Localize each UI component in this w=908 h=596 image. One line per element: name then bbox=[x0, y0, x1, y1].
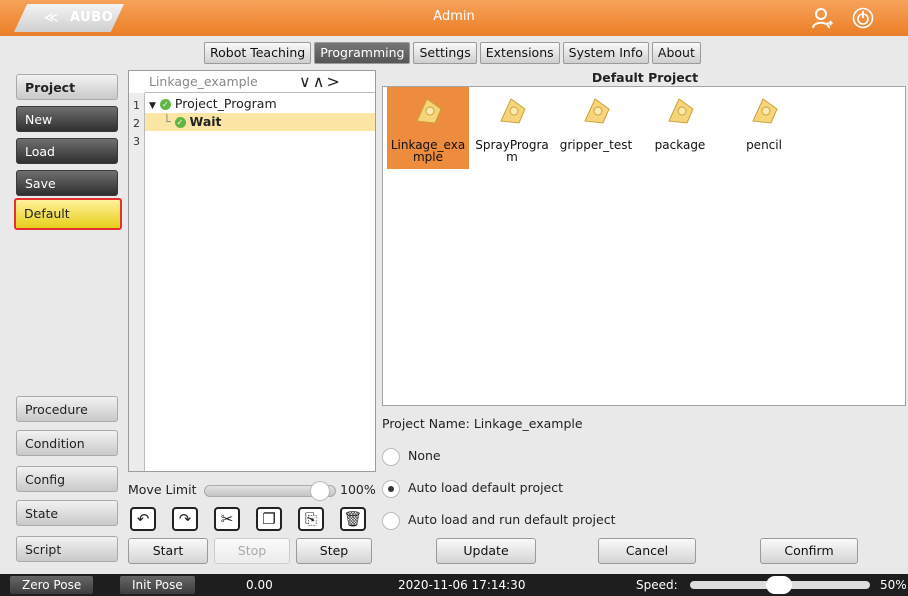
project-file-icon bbox=[584, 98, 610, 124]
speed-slider-handle[interactable] bbox=[766, 576, 792, 594]
tab-programming[interactable]: Programming bbox=[314, 42, 411, 64]
check-icon: ✓ bbox=[159, 99, 171, 110]
status-bar: Zero Pose Init Pose 0.00 2020-11-06 17:1… bbox=[0, 574, 908, 596]
default-project-title: Default Project bbox=[591, 70, 699, 85]
procedure-button[interactable]: Procedure bbox=[16, 396, 118, 422]
project-name: Project Name: Linkage_example bbox=[382, 416, 583, 431]
project-file-icon bbox=[416, 98, 442, 124]
project-button[interactable]: Project bbox=[16, 74, 118, 100]
line-number-gutter: 1 2 3 bbox=[129, 93, 145, 471]
line-number: 3 bbox=[133, 135, 140, 148]
init-pose-button[interactable]: Init Pose bbox=[120, 576, 195, 594]
default-button[interactable]: Default bbox=[14, 198, 122, 230]
tab-settings[interactable]: Settings bbox=[413, 42, 477, 64]
move-limit-percent: 100% bbox=[340, 482, 376, 497]
speed-label: Speed: bbox=[636, 578, 678, 592]
move-limit-label: Move Limit bbox=[128, 482, 197, 497]
chevron-right-icon[interactable]: > bbox=[326, 72, 341, 91]
line-number: 2 bbox=[133, 117, 140, 130]
radio-auto-load[interactable] bbox=[382, 479, 400, 498]
option-auto-run[interactable]: Auto load and run default project bbox=[382, 510, 615, 530]
tree-item-label: Wait bbox=[189, 114, 222, 129]
state-button[interactable]: State bbox=[16, 500, 118, 526]
project-file-icon bbox=[500, 98, 526, 124]
tree-connector-icon: └ bbox=[163, 114, 171, 129]
option-none-label: None bbox=[408, 448, 441, 463]
update-button[interactable]: Update bbox=[436, 538, 536, 564]
radio-auto-run[interactable] bbox=[382, 511, 400, 530]
project-item-label: pencil bbox=[746, 138, 782, 152]
project-item[interactable]: SprayProgram bbox=[471, 87, 553, 169]
config-button[interactable]: Config bbox=[16, 466, 118, 492]
datetime: 2020-11-06 17:14:30 bbox=[398, 578, 526, 592]
project-item[interactable]: gripper_test bbox=[555, 87, 637, 169]
project-name-value: Linkage_example bbox=[473, 416, 583, 431]
redo-icon[interactable]: ↷ bbox=[172, 507, 198, 531]
user-switch-icon[interactable] bbox=[810, 6, 834, 30]
tree-header-title: Linkage_example bbox=[149, 74, 258, 89]
tree-item-project-program[interactable]: ▼ ✓ Project_Program bbox=[145, 95, 375, 113]
script-button[interactable]: Script bbox=[16, 536, 118, 562]
status-value: 0.00 bbox=[246, 578, 273, 592]
tab-about[interactable]: About bbox=[651, 42, 701, 64]
tab-robot-teaching[interactable]: Robot Teaching bbox=[204, 42, 312, 64]
confirm-button[interactable]: Confirm bbox=[760, 538, 858, 564]
project-list: Linkage_example SprayProgram gripper_tes… bbox=[382, 86, 906, 406]
tree-header: Linkage_example ∨∧> bbox=[145, 71, 375, 93]
paste-icon[interactable]: ⎘ bbox=[298, 507, 324, 531]
chevron-down-icon[interactable]: ∨ bbox=[299, 72, 313, 91]
project-item-label: package bbox=[654, 138, 706, 152]
project-item[interactable]: Linkage_example bbox=[387, 87, 469, 169]
expand-triangle-icon[interactable]: ▼ bbox=[149, 101, 156, 111]
cancel-button[interactable]: Cancel bbox=[598, 538, 696, 564]
project-item[interactable]: package bbox=[639, 87, 721, 169]
tab-extensions[interactable]: Extensions bbox=[479, 42, 560, 64]
stop-button[interactable]: Stop bbox=[214, 538, 290, 564]
top-tabs: Robot Teaching Programming Settings Exte… bbox=[204, 42, 701, 64]
save-button[interactable]: Save bbox=[16, 170, 118, 196]
power-icon[interactable] bbox=[852, 7, 874, 29]
tree-item-wait[interactable]: └ ✓ Wait bbox=[145, 113, 375, 131]
program-tree: 1 2 3 Linkage_example ∨∧> ▼ ✓ Project_Pr… bbox=[128, 70, 376, 472]
title-bar: ≪ AUBO Admin bbox=[0, 0, 908, 36]
new-button[interactable]: New bbox=[16, 106, 118, 132]
move-limit-slider-handle[interactable] bbox=[310, 481, 330, 501]
line-number: 1 bbox=[133, 99, 140, 112]
option-auto-load[interactable]: Auto load default project bbox=[382, 478, 563, 498]
option-auto-load-label: Auto load default project bbox=[408, 480, 564, 495]
option-auto-run-label: Auto load and run default project bbox=[408, 512, 616, 527]
project-item[interactable]: pencil bbox=[723, 87, 805, 169]
load-button[interactable]: Load bbox=[16, 138, 118, 164]
step-button[interactable]: Step bbox=[296, 538, 372, 564]
start-button[interactable]: Start bbox=[128, 538, 208, 564]
copy-icon[interactable]: ❐ bbox=[256, 507, 282, 531]
tab-system-info[interactable]: System Info bbox=[562, 42, 649, 64]
radio-none[interactable] bbox=[382, 447, 400, 466]
speed-value: 50% bbox=[880, 578, 907, 592]
delete-icon[interactable]: 🗑 bbox=[340, 507, 366, 531]
project-name-label: Project Name: bbox=[382, 416, 470, 431]
project-file-icon bbox=[668, 98, 694, 124]
option-none[interactable]: None bbox=[382, 446, 441, 466]
condition-button[interactable]: Condition bbox=[16, 430, 118, 456]
undo-icon[interactable]: ↶ bbox=[130, 507, 156, 531]
project-item-label: SprayProgram bbox=[475, 138, 549, 164]
project-item-label: gripper_test bbox=[559, 138, 633, 152]
project-item-label: Linkage_example bbox=[390, 138, 466, 164]
current-user: Admin bbox=[433, 9, 475, 24]
check-icon: ✓ bbox=[174, 117, 186, 128]
project-file-icon bbox=[752, 98, 778, 124]
cut-icon[interactable]: ✂ bbox=[214, 507, 240, 531]
tree-item-label: Project_Program bbox=[174, 96, 277, 111]
chevron-up-icon[interactable]: ∧ bbox=[313, 72, 327, 91]
zero-pose-button[interactable]: Zero Pose bbox=[10, 576, 94, 594]
